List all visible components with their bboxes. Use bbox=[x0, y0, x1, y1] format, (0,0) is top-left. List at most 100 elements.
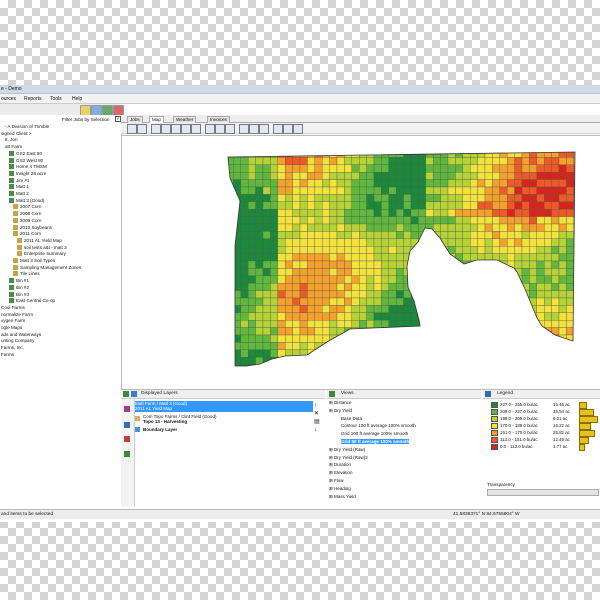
tree-item[interactable]: Bin #3 bbox=[9, 291, 29, 297]
stop-icon[interactable] bbox=[293, 124, 303, 134]
menu-help[interactable]: Help bbox=[72, 96, 82, 102]
menu-reports[interactable]: Reports bbox=[24, 96, 42, 102]
tree-item[interactable]: Matt 3 Soil Types bbox=[13, 258, 55, 263]
tree-item[interactable]: Matt 1 bbox=[9, 184, 29, 190]
view-item[interactable]: Grid 50 ft average 100% smooth bbox=[341, 439, 410, 444]
tab-weather[interactable]: Weather bbox=[173, 116, 197, 123]
tree-item[interactable]: 2009 Corn bbox=[13, 217, 41, 223]
yield-cell bbox=[529, 275, 537, 284]
tree-item[interactable]: 2008 Corn bbox=[13, 211, 41, 217]
layer-item-yield[interactable]: Matt Farm / Matt 3 (Good) 2011 AL Yield … bbox=[135, 401, 313, 412]
tree-item[interactable]: GS2 West 80 bbox=[9, 157, 43, 163]
tree-item[interactable]: GS2 East 80 bbox=[9, 150, 42, 156]
tree-item[interactable]: Sampling Management Zones bbox=[13, 264, 81, 270]
tree-item[interactable]: att Farm bbox=[5, 144, 22, 149]
tree-item[interactable]: unting Company bbox=[1, 338, 34, 343]
tree-item[interactable]: Matt 3 (Good) bbox=[9, 197, 44, 203]
tree-item[interactable]: Home 4 TMSM bbox=[9, 164, 47, 170]
tab-invoices[interactable]: Invoices bbox=[207, 116, 230, 123]
menu-resources[interactable]: ources bbox=[1, 96, 16, 102]
yield-cell bbox=[366, 179, 375, 188]
tree-item[interactable]: tt, Jon bbox=[5, 137, 18, 142]
print-icon[interactable] bbox=[249, 124, 259, 134]
zoom-window-icon[interactable] bbox=[161, 124, 171, 134]
edit-icon[interactable] bbox=[239, 124, 249, 134]
transparency-slider[interactable] bbox=[487, 489, 599, 496]
tree-item[interactable]: 2011 AL Yield Map bbox=[17, 237, 62, 243]
yield-map[interactable] bbox=[122, 136, 600, 389]
tree-item[interactable]: Farms, Inc. bbox=[1, 345, 24, 350]
zoom-previous-icon[interactable] bbox=[181, 124, 191, 134]
zoom-out-icon[interactable] bbox=[137, 124, 147, 134]
tree-item[interactable]: Insight 28 acre bbox=[9, 170, 46, 176]
view-item[interactable]: Grid 100 ft average 100% smooth bbox=[341, 431, 408, 436]
tree-item[interactable]: normalize Farm bbox=[1, 312, 33, 317]
tree-item[interactable]: East Central Co-op bbox=[9, 298, 55, 304]
layers-settings-icon[interactable] bbox=[131, 391, 137, 397]
database-icon[interactable] bbox=[124, 422, 130, 428]
map-view[interactable] bbox=[121, 135, 600, 390]
tree-item[interactable]: 2007 Corn bbox=[13, 204, 41, 210]
yield-cell bbox=[418, 290, 426, 299]
yield-cell bbox=[410, 342, 419, 350]
histogram-bar bbox=[579, 409, 594, 416]
yield-cell bbox=[433, 194, 441, 202]
tree-item[interactable]: signed Client > bbox=[1, 131, 32, 136]
yield-cell bbox=[240, 334, 249, 343]
view-item[interactable]: ⊞ Heading bbox=[329, 486, 351, 491]
view-item[interactable]: ⊞ Dry Yield (Raw) bbox=[329, 447, 365, 452]
view-item[interactable]: Contour 100 ft average 100% smooth bbox=[341, 423, 416, 428]
zoom-in-icon[interactable] bbox=[127, 124, 137, 134]
move-down-icon[interactable]: ↓ bbox=[314, 426, 322, 434]
layer-item-boundary[interactable]: Boundary Layer bbox=[135, 427, 313, 433]
tree-item[interactable]: ogle Maps bbox=[1, 325, 22, 330]
record-icon[interactable] bbox=[283, 124, 293, 134]
view-item[interactable]: ⊞ Elevation bbox=[329, 470, 353, 475]
tree-item[interactable]: 2010 Soybeans bbox=[13, 224, 52, 230]
view-item[interactable]: ⊞ Flow bbox=[329, 478, 344, 483]
tree-item[interactable]: Cool Farms bbox=[1, 305, 25, 310]
tree-item[interactable]: soil tests a&l - matt 3 bbox=[17, 244, 67, 250]
view-item[interactable]: ⊞ Dry Yield bbox=[329, 408, 352, 413]
tree-item[interactable]: 2011 Corn bbox=[13, 231, 41, 237]
tree-item[interactable]: ads and Waterways bbox=[1, 332, 41, 337]
view-item[interactable]: ⊞ Distance bbox=[329, 400, 352, 405]
menu-tools[interactable]: Tools bbox=[50, 96, 62, 102]
select-icon[interactable] bbox=[225, 124, 235, 134]
layer-item-topo[interactable]: Com Topo Farms / Clint Field (Good) Topo… bbox=[135, 414, 313, 425]
yield-cell bbox=[425, 357, 434, 365]
views-icon[interactable] bbox=[329, 391, 335, 397]
tree-item[interactable]: Bin #2 bbox=[9, 284, 29, 290]
tab-map[interactable]: Map bbox=[149, 116, 164, 123]
tree-item[interactable]: Enterprise Summary bbox=[17, 251, 66, 257]
zoom-extent-icon[interactable] bbox=[151, 124, 161, 134]
view-item[interactable]: ⊞ Duration bbox=[329, 462, 351, 467]
tree-item-label: signed Client > bbox=[1, 130, 32, 136]
tree-item[interactable]: Tile Lines bbox=[13, 271, 40, 277]
play-icon[interactable] bbox=[273, 124, 283, 134]
report-icon[interactable] bbox=[124, 436, 130, 442]
yield-cell bbox=[228, 238, 234, 247]
tab-jobs[interactable]: Jobs bbox=[127, 116, 143, 123]
yield-cell bbox=[514, 231, 523, 239]
view-item[interactable]: Base Data bbox=[341, 416, 362, 421]
identify-icon[interactable] bbox=[215, 124, 225, 134]
tree-item[interactable]: Farms bbox=[1, 352, 14, 357]
measure-icon[interactable] bbox=[205, 124, 215, 134]
tree-item[interactable]: Matt 2 bbox=[9, 191, 29, 196]
view-item[interactable]: ⊞ Mass Yield bbox=[329, 494, 356, 499]
remove-layer-icon[interactable]: ✕ bbox=[314, 410, 322, 418]
book-icon[interactable] bbox=[124, 406, 130, 412]
person-icon[interactable] bbox=[124, 451, 130, 457]
tree-item[interactable]: Bin #1 bbox=[9, 278, 29, 284]
layers-icon[interactable] bbox=[123, 391, 129, 397]
layer-props-icon[interactable]: ▤ bbox=[314, 418, 322, 426]
tree-item[interactable]: vygen Farm bbox=[1, 318, 25, 323]
move-up-icon[interactable]: ↑ bbox=[314, 402, 322, 410]
tree-item[interactable]: Jim #1 bbox=[9, 177, 30, 183]
export-icon[interactable] bbox=[259, 124, 269, 134]
zoom-layer-icon[interactable] bbox=[171, 124, 181, 134]
view-item[interactable]: ⊞ Dry Yield (Raw)2 bbox=[329, 455, 368, 460]
zoom-next-icon[interactable] bbox=[191, 124, 201, 134]
tree-item[interactable]: - A Division of Trimble bbox=[5, 124, 49, 129]
